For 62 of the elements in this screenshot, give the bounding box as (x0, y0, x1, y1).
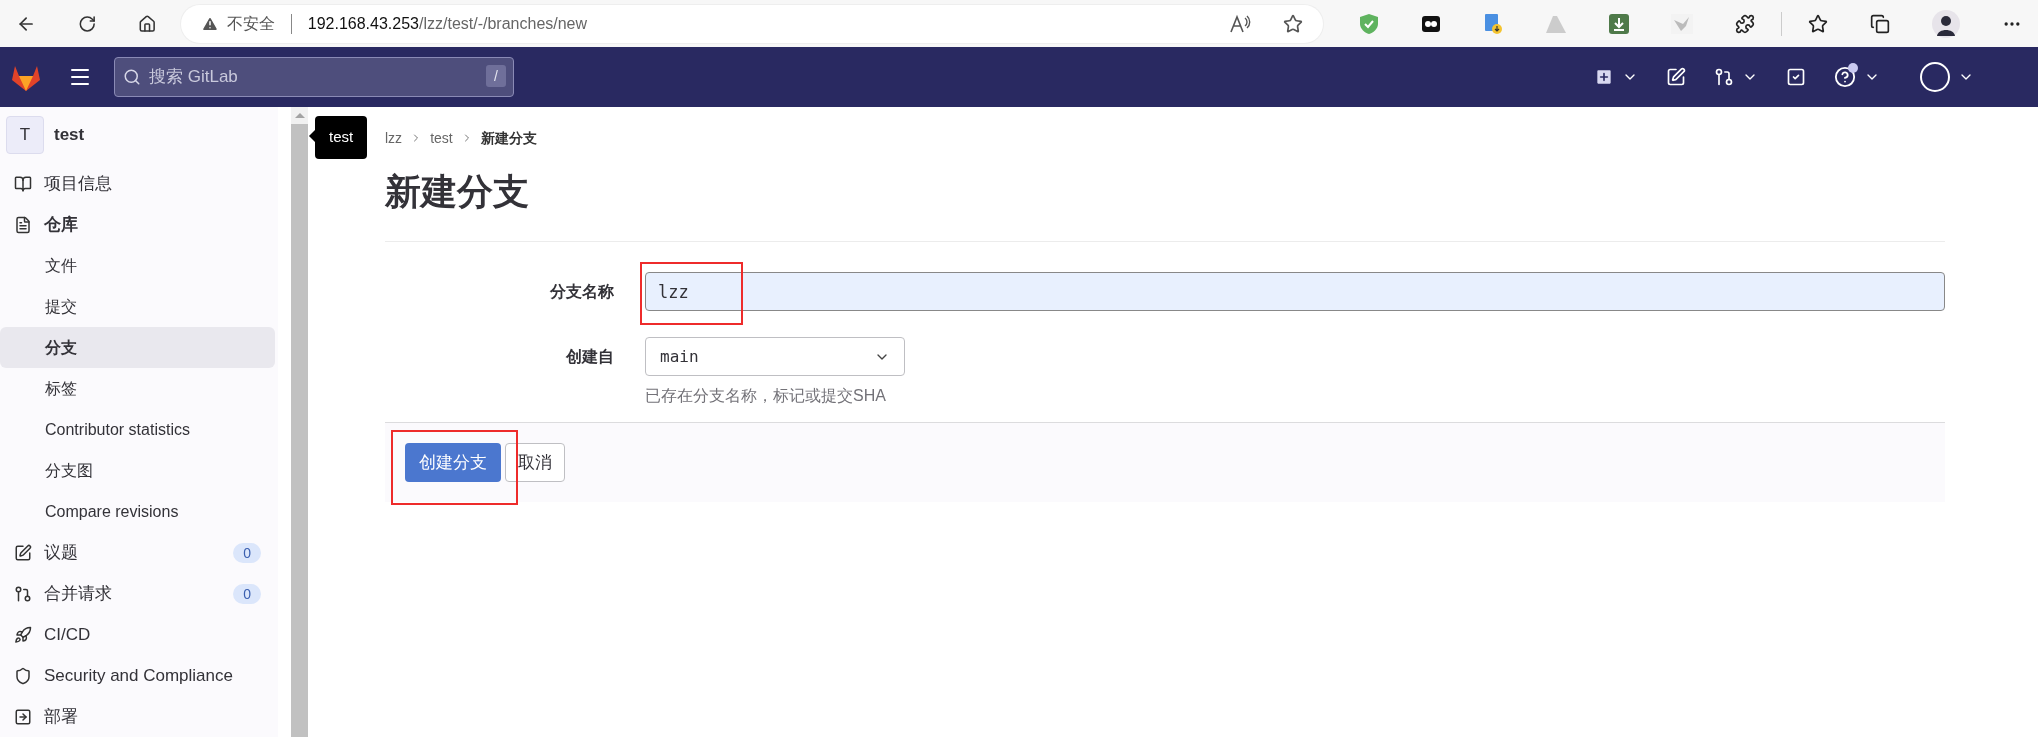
page-title: 新建分支 (385, 170, 530, 214)
plus-icon (1594, 67, 1614, 87)
branch-select[interactable]: main (645, 337, 905, 376)
url-text: 192.168.43.253/lzz/test/-/branches/new (307, 13, 588, 34)
field-label: 分支名称 (549, 281, 615, 302)
sidebar-subitem[interactable]: Contributor statistics (0, 409, 275, 450)
breadcrumb-link[interactable]: lzz (385, 127, 403, 149)
sidebar-subitem[interactable]: 提交 (0, 286, 275, 327)
address-bar[interactable]: 不安全 192.168.43.253/lzz/test/-/branches/new (180, 4, 1324, 43)
sidebar-subitem[interactable]: 分支 (0, 327, 275, 368)
issues-icon (14, 543, 32, 562)
avatar-icon (1920, 62, 1950, 92)
sidebar-item[interactable]: 议题 0 (0, 532, 275, 573)
collections-icon[interactable] (1870, 13, 1891, 34)
extension-icon[interactable] (1421, 13, 1442, 34)
document-icon (14, 215, 32, 234)
sidebar-item[interactable]: 仓库 (0, 204, 275, 245)
help-icon (1834, 66, 1856, 88)
project-name[interactable]: test (54, 122, 85, 148)
download-icon[interactable] (1609, 13, 1630, 34)
sidebar-item[interactable]: 合并请求 0 (0, 573, 275, 614)
favorites-icon[interactable] (1808, 13, 1829, 34)
sidebar-item[interactable]: CI/CD (0, 614, 275, 655)
document-download-icon[interactable] (1483, 12, 1504, 35)
sidebar-item[interactable]: 项目信息 (0, 163, 275, 204)
count-badge: 0 (233, 542, 261, 563)
reload-icon[interactable] (78, 13, 97, 34)
book-icon (14, 174, 32, 193)
help-text: 已存在分支名称，标记或提交SHA (645, 386, 887, 406)
rocket-icon (14, 625, 32, 644)
shortcut-key: / (486, 65, 506, 87)
issues-icon[interactable] (1666, 67, 1686, 87)
read-aloud-icon[interactable] (1229, 13, 1252, 34)
sidebar-subitem[interactable]: 分支图 (0, 450, 275, 491)
deploy-icon (14, 707, 32, 726)
cancel-button[interactable]: 取消 (505, 443, 565, 482)
sidebar-item[interactable]: Security and Compliance (0, 655, 275, 696)
shield-check-icon[interactable] (1359, 12, 1380, 35)
sidebar-subitem[interactable]: 标签 (0, 368, 275, 409)
profile-avatar[interactable] (1932, 9, 1961, 38)
favorite-add-icon[interactable] (1283, 13, 1304, 34)
security-label: 不安全 (226, 13, 275, 34)
create-branch-button[interactable]: 创建分支 (405, 443, 501, 482)
tooltip: test (315, 116, 368, 159)
search-icon (123, 68, 141, 86)
home-icon[interactable] (138, 13, 157, 34)
sidebar-item[interactable]: 部署 (0, 696, 275, 737)
shield-icon (14, 666, 32, 685)
sidebar-subitem[interactable]: 文件 (0, 245, 275, 286)
scrollbar-thumb[interactable] (291, 124, 308, 737)
field-label: 创建自 (565, 346, 615, 367)
extensions-icon[interactable] (1735, 13, 1756, 34)
merge-request-icon (1714, 67, 1734, 87)
sidebar-subitem[interactable]: Compare revisions (0, 491, 275, 532)
branch-name-field[interactable]: lzz (645, 272, 1945, 311)
todo-icon[interactable] (1786, 67, 1806, 87)
project-avatar[interactable]: T (6, 116, 44, 154)
breadcrumb-link[interactable]: test (430, 127, 453, 149)
count-badge: 0 (233, 583, 261, 604)
merge-request-icon (14, 584, 32, 603)
breadcrumb-link[interactable]: 新建分支 (480, 127, 537, 149)
tooltip-pointer (309, 130, 315, 142)
